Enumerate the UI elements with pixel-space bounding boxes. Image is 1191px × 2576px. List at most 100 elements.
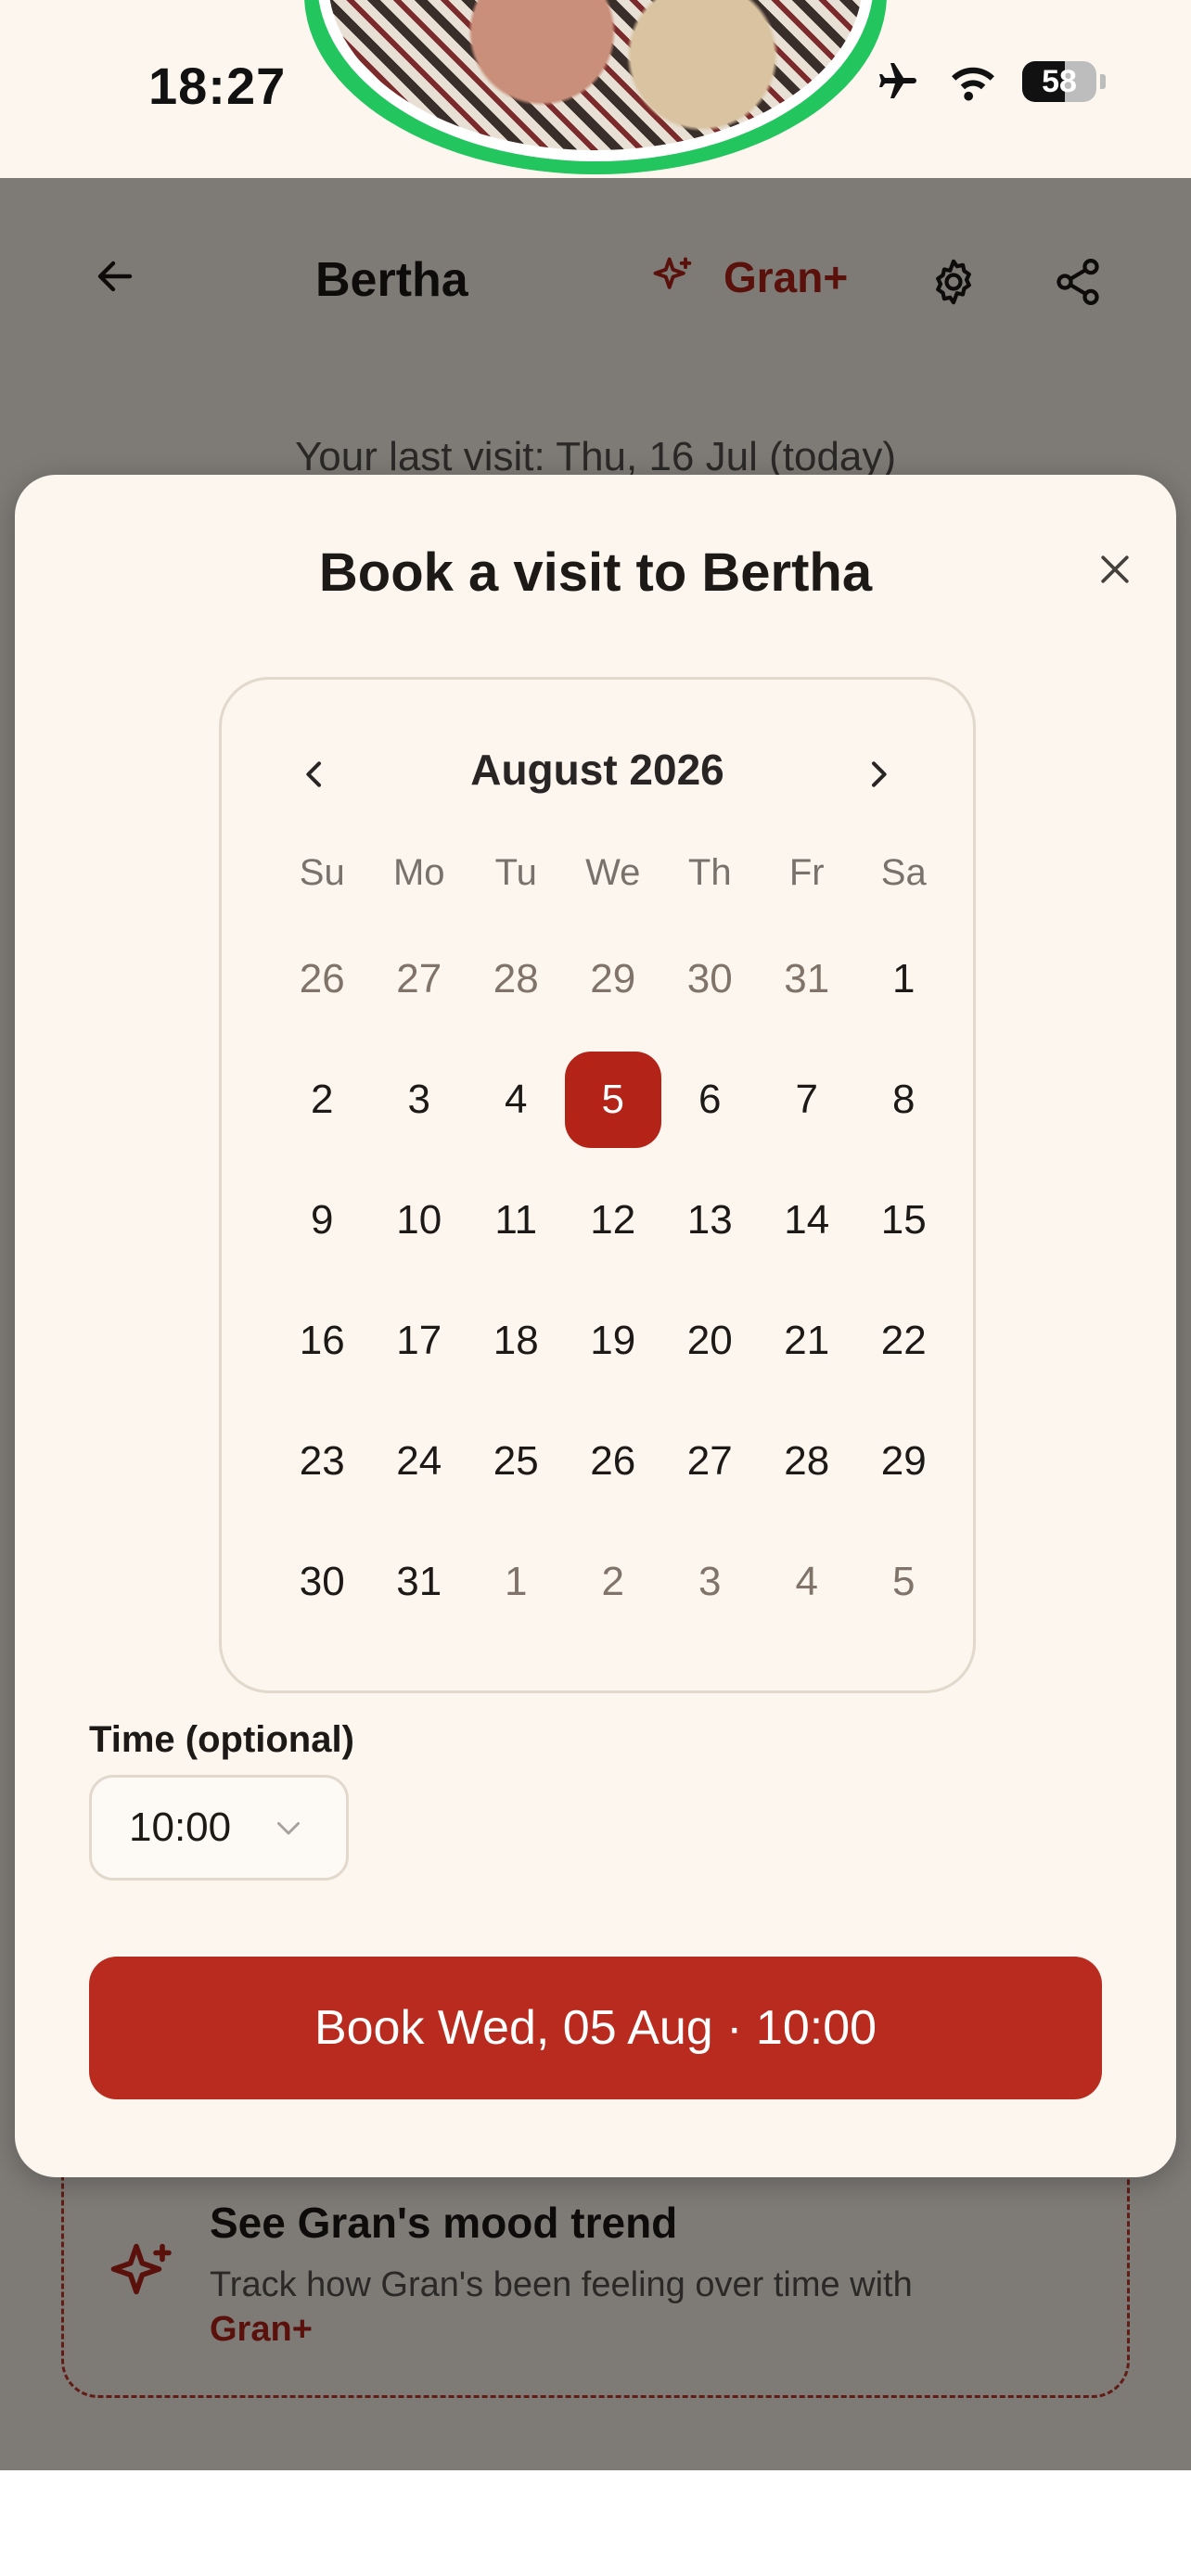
calendar-day[interactable]: 14 <box>759 1160 856 1281</box>
calendar-day[interactable]: 31 <box>371 1522 468 1642</box>
calendar-day[interactable]: 1 <box>467 1522 565 1642</box>
calendar-day-label: 23 <box>299 1438 345 1484</box>
calendar-day[interactable]: 5 <box>855 1522 953 1642</box>
calendar-day-label: 30 <box>299 1559 345 1604</box>
weekday-label: Sa <box>880 852 927 893</box>
calendar-day[interactable]: 29 <box>855 1401 953 1522</box>
calendar-day-label: 27 <box>396 956 442 1001</box>
calendar-day-selected[interactable]: 5 <box>564 1039 662 1160</box>
close-icon <box>1101 555 1129 583</box>
wifi-icon <box>952 67 994 101</box>
calendar-day[interactable]: 28 <box>467 919 565 1039</box>
weekday-label: Su <box>299 852 345 893</box>
calendar-day[interactable]: 24 <box>371 1401 468 1522</box>
calendar-day[interactable]: 3 <box>661 1522 759 1642</box>
calendar-day[interactable]: 21 <box>759 1281 856 1401</box>
calendar-day-label: 26 <box>590 1438 636 1484</box>
calendar-day-label: 5 <box>892 1559 916 1604</box>
weekday-label: Tu <box>494 852 537 893</box>
calendar-day-label: 13 <box>686 1197 733 1243</box>
calendar-day[interactable]: 30 <box>274 1522 371 1642</box>
calendar-day[interactable]: 27 <box>371 919 468 1039</box>
calendar-day-label: 3 <box>407 1077 430 1122</box>
calendar-day[interactable]: 7 <box>759 1039 856 1160</box>
calendar-day-label: 19 <box>590 1318 636 1363</box>
calendar-day[interactable]: 3 <box>371 1039 468 1160</box>
calendar-day-label: 29 <box>590 956 636 1001</box>
next-month-button[interactable] <box>841 737 916 811</box>
calendar-day-label: 28 <box>784 1438 830 1484</box>
calendar-day-label: 26 <box>299 956 345 1001</box>
weekday-label: We <box>585 852 641 893</box>
calendar-day[interactable]: 17 <box>371 1281 468 1401</box>
calendar-day-label: 25 <box>493 1438 539 1484</box>
calendar-day[interactable]: 10 <box>371 1160 468 1281</box>
month-label: August 2026 <box>470 746 724 794</box>
calendar-day[interactable]: 28 <box>759 1401 856 1522</box>
calendar-day[interactable]: 27 <box>661 1401 759 1522</box>
calendar-day[interactable]: 2 <box>565 1522 662 1642</box>
chevron-down-icon <box>277 1822 301 1835</box>
calendar-day-label: 10 <box>396 1197 442 1243</box>
calendar-day[interactable]: 31 <box>759 919 856 1039</box>
calendar-day[interactable]: 9 <box>274 1160 371 1281</box>
status-time: 18:27 <box>148 57 287 115</box>
calendar-day-label: 6 <box>698 1077 722 1122</box>
calendar-day[interactable]: 20 <box>661 1281 759 1401</box>
calendar-day-label: 9 <box>311 1197 334 1243</box>
weekday-label: Mo <box>392 852 445 893</box>
weekday-row: Su Mo Tu We Th Fr Sa <box>274 852 953 894</box>
calendar-day[interactable]: 6 <box>661 1039 759 1160</box>
calendar-day-label: 31 <box>396 1559 442 1604</box>
calendar-day-label: 21 <box>784 1318 830 1363</box>
calendar: August 2026 Su Mo Tu We Th Fr Sa 26 27 28 29 30 31 1… <box>219 677 976 1693</box>
calendar-day-label: 12 <box>590 1197 636 1243</box>
calendar-day-label: 1 <box>892 956 916 1001</box>
chevron-left-icon <box>306 761 321 787</box>
book-visit-button[interactable]: Book Wed, 05 Aug · 10:00 <box>89 1957 1102 2099</box>
time-value: 10:00 <box>129 1804 232 1850</box>
calendar-day-label: 11 <box>494 1197 538 1243</box>
calendar-day[interactable]: 11 <box>467 1160 565 1281</box>
calendar-day-label: 3 <box>698 1559 722 1604</box>
calendar-day-label: 18 <box>493 1318 539 1363</box>
calendar-day[interactable]: 16 <box>274 1281 371 1401</box>
calendar-day[interactable]: 18 <box>467 1281 565 1401</box>
calendar-day[interactable]: 4 <box>759 1522 856 1642</box>
calendar-day[interactable]: 8 <box>855 1039 953 1160</box>
calendar-day[interactable]: 13 <box>661 1160 759 1281</box>
calendar-day[interactable]: 29 <box>565 919 662 1039</box>
calendar-day-label: 1 <box>505 1559 528 1604</box>
calendar-day[interactable]: 26 <box>274 919 371 1039</box>
calendar-day-label: 29 <box>880 1438 927 1484</box>
calendar-day[interactable]: 23 <box>274 1401 371 1522</box>
calendar-day-label: 8 <box>892 1077 916 1122</box>
weekday-label: Th <box>687 852 732 893</box>
calendar-day[interactable]: 25 <box>467 1401 565 1522</box>
calendar-day-label: 27 <box>686 1438 733 1484</box>
calendar-day[interactable]: 15 <box>855 1160 953 1281</box>
calendar-day-label: 28 <box>493 956 539 1001</box>
chevron-right-icon <box>872 761 887 787</box>
calendar-day-label: 16 <box>299 1318 345 1363</box>
close-button[interactable] <box>1076 530 1154 608</box>
calendar-day[interactable]: 19 <box>565 1281 662 1401</box>
calendar-day[interactable]: 12 <box>565 1160 662 1281</box>
calendar-day-label: 2 <box>601 1559 624 1604</box>
time-select[interactable]: 10:00 <box>89 1775 349 1881</box>
calendar-day[interactable]: 22 <box>855 1281 953 1401</box>
calendar-day[interactable]: 26 <box>565 1401 662 1522</box>
calendar-day-label: 4 <box>505 1077 528 1122</box>
booking-modal: Book a visit to Bertha August 2026 Su Mo T… <box>15 475 1176 2177</box>
calendar-day[interactable]: 4 <box>467 1039 565 1160</box>
calendar-day[interactable]: 2 <box>274 1039 371 1160</box>
battery-percentage: 58 <box>1042 63 1077 99</box>
calendar-day-label: 2 <box>311 1077 334 1122</box>
calendar-day[interactable]: 30 <box>661 919 759 1039</box>
time-label: Time (optional) <box>89 1719 354 1760</box>
prev-month-button[interactable] <box>277 737 352 811</box>
modal-title: Book a visit to Bertha <box>318 542 873 603</box>
calendar-day[interactable]: 1 <box>855 919 953 1039</box>
battery-nub <box>1100 74 1106 89</box>
calendar-day-label: 20 <box>686 1318 733 1363</box>
